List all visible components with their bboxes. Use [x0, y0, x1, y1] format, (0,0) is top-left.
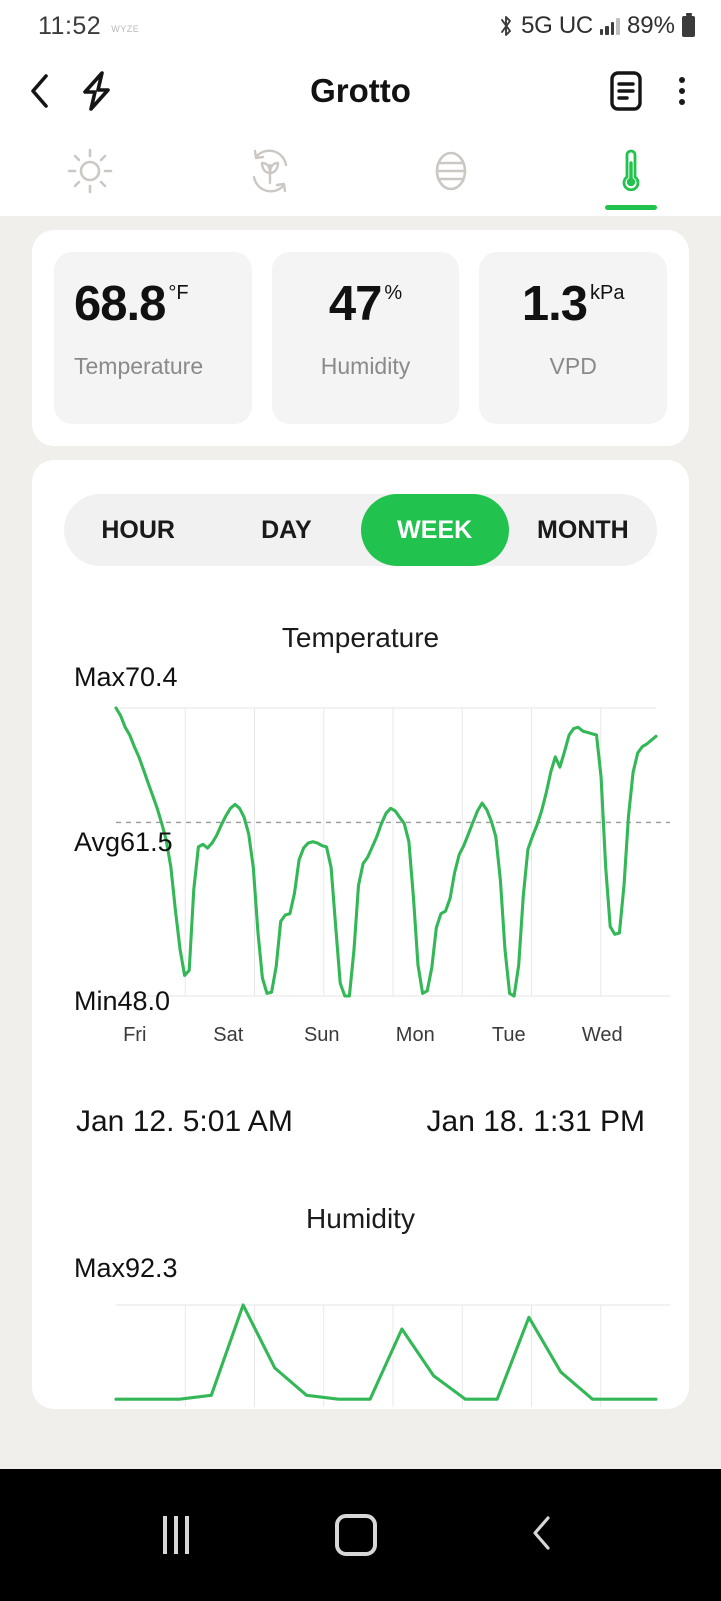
- metric-humidity[interactable]: 47 % Humidity: [271, 252, 460, 424]
- temperature-unit: °F: [168, 282, 189, 304]
- temperature-chart-title: Temperature: [281, 622, 440, 653]
- home-icon[interactable]: [335, 1514, 378, 1556]
- range-option-day[interactable]: DAY: [212, 494, 360, 566]
- tab-airflow[interactable]: [361, 130, 541, 216]
- metric-value-group: 68.8 °F: [74, 280, 242, 329]
- x-tick-mon: Mon: [395, 1024, 435, 1046]
- temperature-min-label: Min48.0: [74, 986, 171, 1016]
- more-options-icon[interactable]: [669, 73, 695, 109]
- current-readings-card: 68.8 °F Temperature 47 % Humidity 1.3 kP…: [32, 230, 689, 446]
- humidity-plot[interactable]: Max92.3: [32, 1253, 689, 1409]
- range-option-week[interactable]: WEEK: [360, 494, 509, 566]
- nav-back-icon[interactable]: [524, 1511, 558, 1560]
- thermometer-icon: [603, 143, 659, 204]
- temperature-value: 68.8: [74, 277, 166, 331]
- airflow-icon: [423, 143, 479, 204]
- recents-icon[interactable]: [163, 1516, 190, 1554]
- date-range-row: Jan 12. 5:01 AM Jan 18. 1:31 PM: [32, 1047, 689, 1139]
- app-bar: Grotto: [0, 52, 721, 130]
- metric-temperature[interactable]: 68.8 °F Temperature: [54, 252, 252, 424]
- humidity-label: Humidity: [320, 353, 411, 379]
- sun-icon: [62, 143, 118, 204]
- humidity-line-chart: [114, 1303, 670, 1407]
- bolt-icon[interactable]: [78, 69, 114, 113]
- range-option-month[interactable]: MONTH: [509, 494, 657, 566]
- app-bar-left: [26, 69, 114, 113]
- range-selector: HOUR DAY WEEK MONTH: [64, 494, 657, 566]
- content-scroll-area[interactable]: 68.8 °F Temperature 47 % Humidity 1.3 kP…: [0, 216, 721, 1469]
- x-tick-tue: Tue: [491, 1024, 526, 1046]
- temperature-max-label: Max70.4: [74, 662, 178, 692]
- tab-climate[interactable]: [541, 130, 721, 216]
- app-bar-right: [607, 69, 695, 113]
- battery-icon: [682, 12, 695, 37]
- tab-cycle[interactable]: [180, 130, 360, 216]
- range-end-label: Jan 18. 1:31 PM: [426, 1105, 645, 1138]
- status-bar-left: 11:52 WYZE: [38, 12, 139, 41]
- status-bar: 11:52 WYZE 5G UC 89%: [0, 0, 721, 52]
- temperature-x-axis: Fri Sat Sun Mon Tue Wed: [32, 1024, 689, 1047]
- temperature-avg-label: Avg61.5: [74, 827, 173, 857]
- humidity-unit: %: [384, 282, 403, 304]
- status-bar-right: 5G UC 89%: [498, 12, 695, 40]
- status-time: 11:52: [38, 11, 102, 40]
- back-icon[interactable]: [26, 71, 52, 111]
- humidity-value: 47: [328, 277, 383, 331]
- battery-percent-label: 89%: [626, 12, 675, 39]
- range-option-hour[interactable]: HOUR: [64, 494, 212, 566]
- x-tick-wed: Wed: [581, 1024, 623, 1046]
- x-tick-sun: Sun: [303, 1024, 340, 1046]
- device-mode-tabs: [0, 130, 721, 216]
- notes-icon[interactable]: [607, 69, 645, 113]
- android-nav-bar: [0, 1469, 721, 1601]
- wyze-notification-badge: WYZE: [111, 23, 140, 34]
- metric-vpd[interactable]: 1.3 kPa VPD: [479, 252, 668, 424]
- plant-cycle-icon: [242, 143, 298, 204]
- humidity-chart-title: Humidity: [306, 1203, 415, 1234]
- history-chart-card: HOUR DAY WEEK MONTH Temperature Max70.4 …: [32, 460, 689, 1409]
- range-start-label: Jan 12. 5:01 AM: [76, 1105, 293, 1138]
- metric-value-group: 1.3 kPa: [489, 280, 657, 329]
- temperature-label: Temperature: [74, 353, 204, 379]
- network-type-label: 5G UC: [521, 12, 593, 39]
- x-tick-fri: Fri: [123, 1024, 147, 1046]
- signal-bars-icon: [599, 17, 620, 35]
- active-tab-underline: [604, 205, 657, 210]
- metric-value-group: 47 %: [282, 280, 450, 329]
- tab-light[interactable]: [0, 130, 180, 216]
- bluetooth-icon: [498, 15, 514, 37]
- vpd-value: 1.3: [521, 277, 588, 331]
- metric-row: 68.8 °F Temperature 47 % Humidity 1.3 kP…: [32, 230, 689, 446]
- vpd-unit: kPa: [590, 282, 625, 304]
- humidity-max-label: Max92.3: [74, 1253, 178, 1283]
- x-tick-sat: Sat: [213, 1024, 244, 1046]
- temperature-plot[interactable]: Max70.4 Avg61.5 Min48.0: [32, 662, 689, 1018]
- vpd-label: VPD: [549, 353, 597, 379]
